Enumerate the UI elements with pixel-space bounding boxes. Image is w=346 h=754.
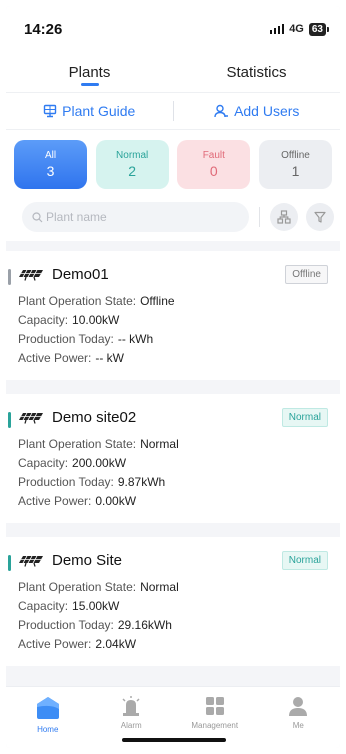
capacity-value: 15.00kW bbox=[72, 599, 120, 613]
bottom-nav: Home Alarm Management Me bbox=[6, 686, 340, 748]
active-power-value: 0.00kW bbox=[95, 494, 137, 508]
plant-name: Demo site02 bbox=[52, 409, 137, 426]
hierarchy-icon bbox=[277, 210, 291, 224]
search-icon bbox=[32, 211, 43, 222]
add-user-icon bbox=[214, 104, 229, 118]
operation-state: Normal bbox=[140, 580, 179, 594]
operation-state: Normal bbox=[140, 437, 179, 451]
nav-me[interactable]: Me bbox=[257, 687, 341, 748]
operation-state: Offline bbox=[140, 294, 175, 308]
status-accent-bar bbox=[8, 555, 11, 571]
add-users-button[interactable]: Add Users bbox=[174, 103, 341, 119]
filter-icon bbox=[314, 211, 326, 223]
search-row bbox=[6, 199, 340, 241]
production-value: 9.87kWh bbox=[117, 475, 166, 489]
filter-fault[interactable]: Fault 0 bbox=[177, 140, 251, 189]
plant-card[interactable]: Demo site02 Normal Plant Operation State… bbox=[6, 394, 340, 523]
top-tabs: Plants Statistics bbox=[6, 52, 340, 92]
profile-icon bbox=[289, 697, 308, 716]
tab-plants[interactable]: Plants bbox=[6, 52, 173, 92]
plant-card[interactable]: Demo Site Normal Plant Operation State: N… bbox=[6, 537, 340, 666]
search-box[interactable] bbox=[22, 202, 249, 232]
solar-panel-icon bbox=[19, 269, 43, 281]
status-accent-bar bbox=[8, 269, 11, 285]
status-time: 14:26 bbox=[24, 20, 63, 38]
active-power-value: -- kW bbox=[95, 351, 125, 365]
signal-icon bbox=[269, 24, 285, 34]
production-value: -- kWh bbox=[117, 332, 154, 346]
alarm-icon bbox=[122, 696, 140, 716]
status-badge: Normal bbox=[281, 408, 328, 427]
production-value: 29.16kWh bbox=[117, 618, 172, 632]
battery-icon: 63 bbox=[308, 22, 330, 36]
management-icon bbox=[205, 697, 224, 715]
action-bar: Plant Guide Add Users bbox=[6, 92, 340, 130]
filter-button[interactable] bbox=[306, 203, 334, 231]
status-filters: All 3 Normal 2 Fault 0 Offline 1 bbox=[6, 130, 340, 199]
tab-statistics[interactable]: Statistics bbox=[173, 52, 340, 92]
capacity-value: 10.00kW bbox=[72, 313, 120, 327]
solar-panel-icon bbox=[19, 412, 43, 424]
plant-guide-button[interactable]: Plant Guide bbox=[6, 103, 173, 119]
home-indicator bbox=[122, 738, 226, 742]
plant-list: Demo01 Offline Plant Operation State: Off… bbox=[6, 241, 340, 666]
solar-panel-icon bbox=[19, 555, 43, 567]
filter-normal[interactable]: Normal 2 bbox=[95, 140, 169, 189]
search-input[interactable] bbox=[46, 210, 226, 224]
group-view-button[interactable] bbox=[270, 203, 298, 231]
plant-card[interactable]: Demo01 Offline Plant Operation State: Off… bbox=[6, 251, 340, 380]
app-screen: 14:26 4G 63 Plants Statistics Plant Guid… bbox=[6, 6, 340, 748]
status-badge: Normal bbox=[281, 551, 328, 570]
divider bbox=[259, 207, 260, 227]
home-icon bbox=[36, 697, 59, 719]
status-accent-bar bbox=[8, 412, 11, 428]
filter-all[interactable]: All 3 bbox=[14, 140, 87, 189]
plant-guide-icon bbox=[43, 104, 57, 118]
nav-home[interactable]: Home bbox=[6, 687, 90, 748]
plant-name: Demo01 bbox=[52, 266, 109, 283]
status-badge: Offline bbox=[285, 265, 328, 284]
plant-name: Demo Site bbox=[52, 552, 123, 569]
active-power-value: 2.04kW bbox=[95, 637, 137, 651]
network-label: 4G bbox=[289, 23, 304, 35]
active-tab-indicator bbox=[80, 83, 99, 86]
status-bar: 14:26 4G 63 bbox=[6, 6, 340, 52]
filter-offline[interactable]: Offline 1 bbox=[258, 140, 332, 189]
capacity-value: 200.00kW bbox=[72, 456, 127, 470]
